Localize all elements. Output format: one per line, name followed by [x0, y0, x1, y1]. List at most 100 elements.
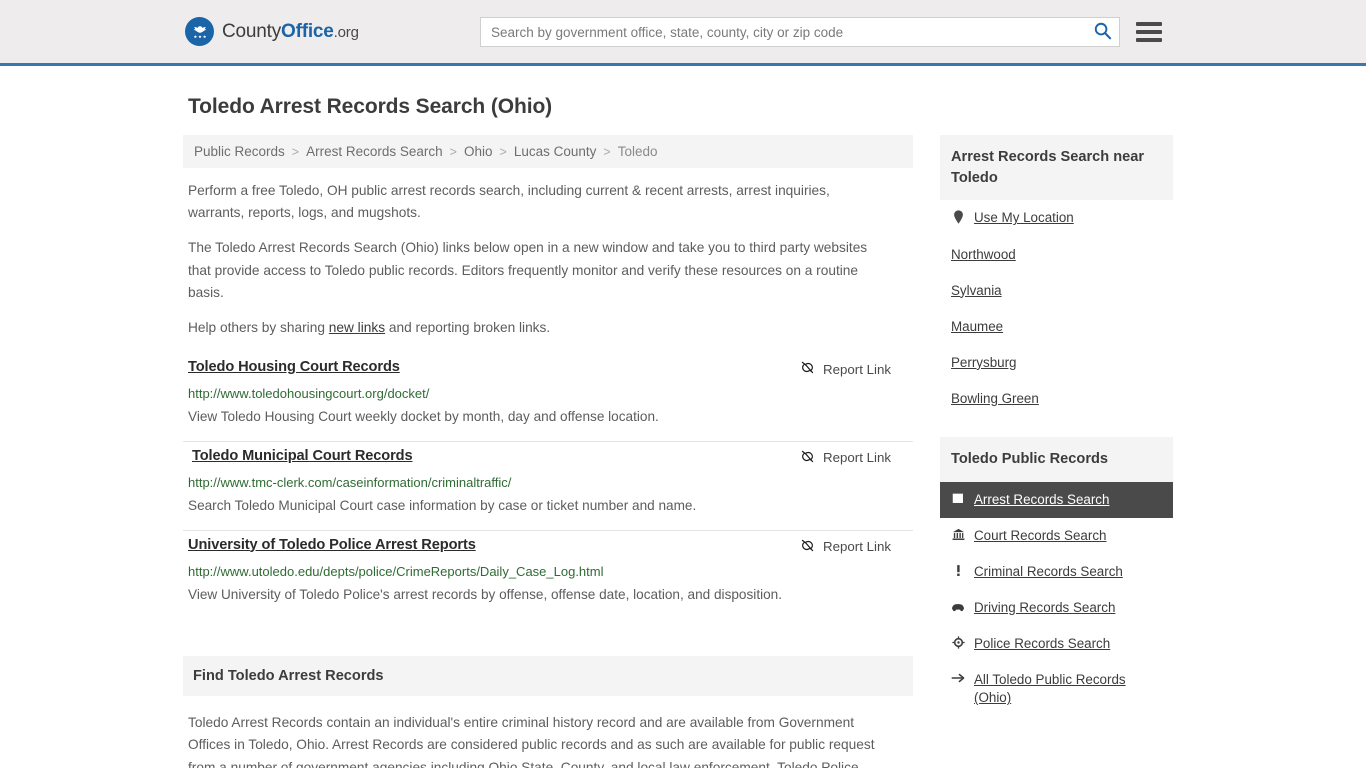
site-header: CountyOffice.org — [0, 0, 1366, 66]
search-icon — [1093, 21, 1112, 43]
page-title: Toledo Arrest Records Search (Ohio) — [188, 95, 553, 118]
breadcrumb-item-1[interactable]: Arrest Records Search — [305, 144, 444, 159]
broken-link-icon — [800, 449, 815, 467]
sidebar-item-sylvania[interactable]: Sylvania — [940, 273, 1173, 309]
results-list: Toledo Housing Court Records Report Link — [183, 353, 913, 618]
result-title-link[interactable]: Toledo Municipal Court Records — [192, 448, 413, 464]
hamburger-bar-2 — [1136, 30, 1162, 34]
report-link-button[interactable]: Report Link — [800, 449, 891, 467]
breadcrumb-item-2[interactable]: Ohio — [463, 144, 494, 159]
find-records-paragraph: Toledo Arrest Records contain an individ… — [188, 715, 875, 768]
breadcrumb-item-3[interactable]: Lucas County — [513, 144, 598, 159]
site-logo-link[interactable]: CountyOffice.org — [185, 17, 359, 46]
result-url[interactable]: http://www.toledohousingcourt.org/docket… — [188, 386, 913, 401]
report-link-button[interactable]: Report Link — [800, 360, 891, 378]
sidebar-link-use-my-location[interactable]: Use My Location — [974, 209, 1074, 227]
courthouse-icon — [951, 528, 965, 541]
breadcrumb: Public Records > Arrest Records Search >… — [183, 135, 913, 168]
sidebar-item-criminal-records-search[interactable]: Criminal Records Search — [940, 554, 1173, 590]
car-icon — [951, 600, 965, 613]
report-link-label: Report Link — [823, 450, 891, 466]
broken-link-icon — [800, 538, 815, 556]
brand-wordmark: CountyOffice.org — [222, 21, 359, 43]
sidebar-item-court-records-search[interactable]: Court Records Search — [940, 518, 1173, 554]
result-header: Toledo Housing Court Records Report Link — [183, 359, 913, 378]
report-link-label: Report Link — [823, 539, 891, 555]
sidebar-item-all-public-records[interactable]: All Toledo Public Records (Ohio) — [940, 662, 1173, 716]
brand-part-org: .org — [333, 23, 359, 41]
search-button[interactable] — [1085, 18, 1119, 46]
sidebar-item-use-my-location[interactable]: Use My Location — [940, 200, 1173, 236]
brand-part-office: Office — [281, 20, 334, 42]
report-link-label: Report Link — [823, 361, 891, 377]
sidebar-link-driving-records-search[interactable]: Driving Records Search — [974, 599, 1115, 617]
sidebar-link-maumee[interactable]: Maumee — [951, 318, 1003, 336]
sidebar-link-northwood[interactable]: Northwood — [951, 246, 1016, 264]
result-header: University of Toledo Police Arrest Repor… — [183, 537, 913, 556]
breadcrumb-separator: > — [291, 144, 300, 159]
result-url[interactable]: http://www.utoledo.edu/depts/police/Crim… — [188, 564, 913, 579]
find-records-heading: Find Toledo Arrest Records — [183, 656, 913, 697]
breadcrumb-item-0[interactable]: Public Records — [193, 144, 286, 159]
intro-paragraph-3: Help others by sharing new links and rep… — [188, 317, 878, 339]
result-url[interactable]: http://www.tmc-clerk.com/caseinformation… — [188, 475, 913, 490]
breadcrumb-item-4-current: Toledo — [617, 144, 658, 159]
sidebar-item-police-records-search[interactable]: Police Records Search — [940, 626, 1173, 662]
nearby-panel: Arrest Records Search near Toledo Use My… — [940, 135, 1173, 417]
result-title-link[interactable]: University of Toledo Police Arrest Repor… — [188, 537, 476, 553]
map-pin-icon — [951, 210, 965, 225]
breadcrumb-separator: > — [449, 144, 457, 159]
intro-paragraph-2: The Toledo Arrest Records Search (Ohio) … — [188, 240, 868, 300]
public-records-heading: Toledo Public Records — [940, 437, 1173, 482]
public-records-panel: Toledo Public Records Arrest Records Sea… — [940, 437, 1173, 716]
intro-p3-post: and reporting broken links. — [385, 319, 551, 335]
brand-part-county: County — [222, 20, 282, 42]
broken-link-icon — [800, 360, 815, 378]
new-links-link[interactable]: new links — [329, 320, 385, 335]
eagle-stars-seal-icon — [185, 17, 214, 46]
sidebar-link-criminal-records-search[interactable]: Criminal Records Search — [974, 563, 1123, 581]
sidebar-item-arrest-records-search[interactable]: Arrest Records Search — [940, 481, 1173, 518]
sidebar-item-perrysburg[interactable]: Perrysburg — [940, 345, 1173, 381]
breadcrumb-separator: > — [499, 144, 507, 159]
sidebar-link-sylvania[interactable]: Sylvania — [951, 282, 1002, 300]
sidebar-item-bowling-green[interactable]: Bowling Green — [940, 381, 1173, 417]
sidebar-link-all-public-records[interactable]: All Toledo Public Records (Ohio) — [974, 671, 1162, 707]
sidebar-link-arrest-records-search[interactable]: Arrest Records Search — [974, 491, 1109, 509]
intro-paragraph-1: Perform a free Toledo, OH public arrest … — [188, 183, 830, 221]
result-title-link[interactable]: Toledo Housing Court Records — [188, 359, 400, 375]
sidebar-link-court-records-search[interactable]: Court Records Search — [974, 527, 1106, 545]
intro-text: Perform a free Toledo, OH public arrest … — [183, 180, 913, 339]
sidebar-item-maumee[interactable]: Maumee — [940, 309, 1173, 345]
main-content: Public Records > Arrest Records Search >… — [183, 135, 913, 768]
page-container: Toledo Arrest Records Search (Ohio) Publ… — [183, 66, 1183, 768]
handcuffs-square-icon — [951, 492, 965, 505]
nearby-panel-heading: Arrest Records Search near Toledo — [940, 135, 1173, 201]
sidebar-item-northwood[interactable]: Northwood — [940, 237, 1173, 273]
header-inner: CountyOffice.org — [183, 0, 1183, 63]
find-records-body: Toledo Arrest Records contain an individ… — [183, 712, 913, 768]
result-header: Toledo Municipal Court Records Report Li… — [183, 448, 913, 467]
search-bar — [480, 17, 1120, 47]
content-columns: Public Records > Arrest Records Search >… — [183, 135, 1183, 768]
breadcrumb-separator: > — [603, 144, 611, 159]
exclamation-icon — [951, 564, 965, 577]
sidebar-item-driving-records-search[interactable]: Driving Records Search — [940, 590, 1173, 626]
result-description: View University of Toledo Police's arres… — [188, 586, 783, 602]
result-item: Toledo Housing Court Records Report Link — [183, 353, 913, 442]
result-item: University of Toledo Police Arrest Repor… — [183, 531, 913, 619]
sidebar-link-perrysburg[interactable]: Perrysburg — [951, 354, 1017, 372]
sidebar-link-police-records-search[interactable]: Police Records Search — [974, 635, 1110, 653]
report-link-button[interactable]: Report Link — [800, 538, 891, 556]
hamburger-menu-icon[interactable] — [1136, 19, 1162, 45]
intro-p3-pre: Help others by sharing — [188, 319, 329, 335]
result-description: Search Toledo Municipal Court case infor… — [188, 497, 697, 513]
search-input[interactable] — [481, 18, 1085, 46]
sidebar-link-bowling-green[interactable]: Bowling Green — [951, 390, 1039, 408]
hamburger-bar-1 — [1136, 22, 1162, 26]
sidebar: Arrest Records Search near Toledo Use My… — [940, 135, 1173, 722]
arrow-right-icon — [951, 672, 965, 684]
result-description: View Toledo Housing Court weekly docket … — [188, 409, 659, 425]
public-records-list: Arrest Records Search Court Records Sear… — [940, 481, 1173, 717]
